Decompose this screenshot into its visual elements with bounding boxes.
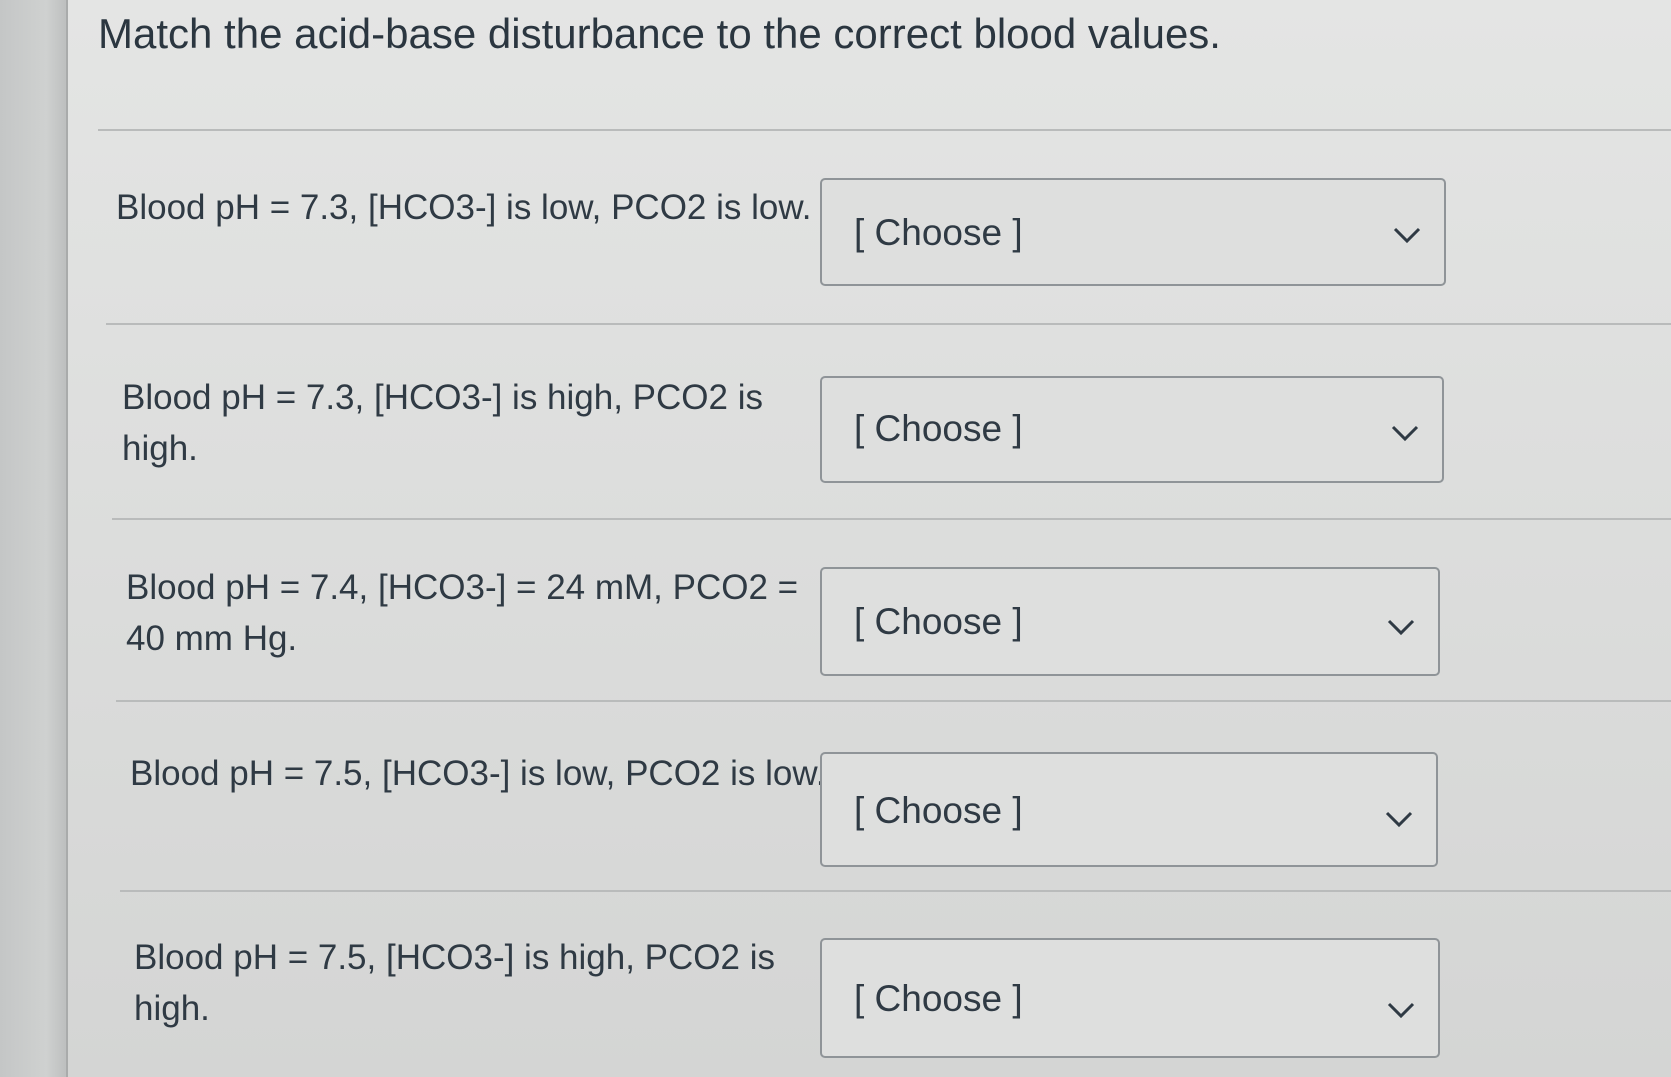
answer-select-3[interactable]: [ Choose ] bbox=[820, 567, 1440, 676]
chevron-down-icon bbox=[1387, 619, 1415, 636]
select-value-2: [ Choose ] bbox=[854, 408, 1023, 449]
answer-select-4[interactable]: [ Choose ] bbox=[820, 752, 1438, 867]
select-value-5: [ Choose ] bbox=[854, 978, 1023, 1019]
question-panel: Match the acid-base disturbance to the c… bbox=[68, 0, 1671, 1077]
divider bbox=[116, 700, 1671, 702]
chevron-down-icon bbox=[1391, 425, 1419, 442]
divider bbox=[120, 890, 1671, 892]
chevron-down-icon bbox=[1385, 811, 1413, 828]
row-label-5: Blood pH = 7.5, [HCO3-] is high, PCO2 is… bbox=[134, 938, 775, 1028]
row-label-3: Blood pH = 7.4, [HCO3-] = 24 mM, PCO2 = … bbox=[126, 568, 799, 658]
answer-select-5[interactable]: [ Choose ] bbox=[820, 938, 1440, 1058]
chevron-down-icon bbox=[1387, 1002, 1415, 1019]
row-label-4: Blood pH = 7.5, [HCO3-] is low, PCO2 is … bbox=[130, 754, 826, 793]
divider bbox=[98, 129, 1671, 131]
answer-select-1[interactable]: [ Choose ] bbox=[820, 178, 1446, 286]
chevron-down-icon bbox=[1393, 227, 1421, 244]
divider bbox=[106, 323, 1671, 325]
question-title: Match the acid-base disturbance to the c… bbox=[98, 10, 1221, 57]
row-label-2: Blood pH = 7.3, [HCO3-] is high, PCO2 is… bbox=[122, 378, 763, 468]
left-margin-strip bbox=[0, 0, 68, 1077]
answer-select-2[interactable]: [ Choose ] bbox=[820, 376, 1444, 483]
select-value-1: [ Choose ] bbox=[854, 212, 1023, 253]
select-value-3: [ Choose ] bbox=[854, 601, 1023, 642]
divider bbox=[112, 518, 1671, 520]
row-label-1: Blood pH = 7.3, [HCO3-] is low, PCO2 is … bbox=[116, 188, 812, 227]
select-value-4: [ Choose ] bbox=[854, 790, 1023, 831]
